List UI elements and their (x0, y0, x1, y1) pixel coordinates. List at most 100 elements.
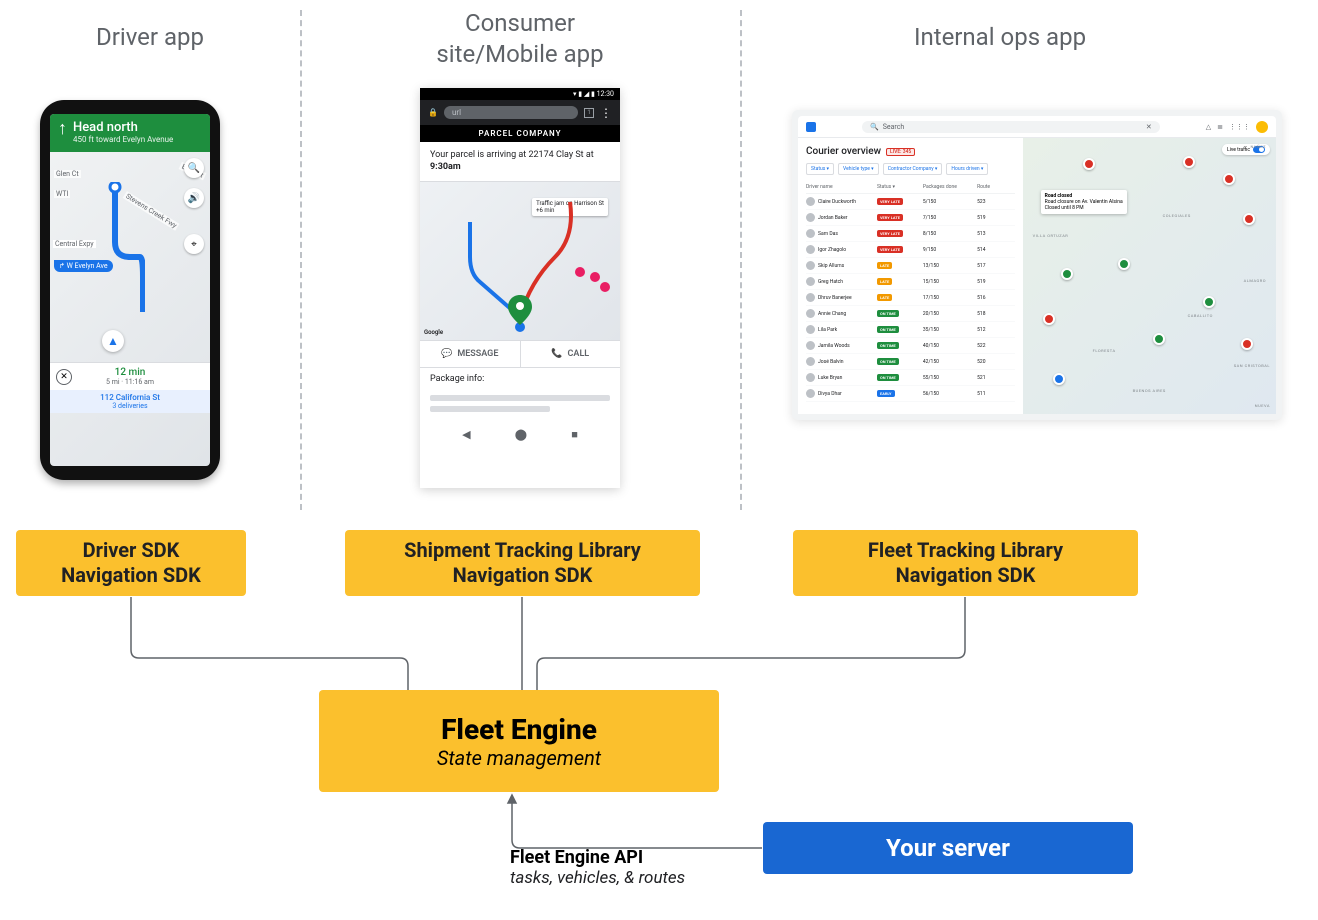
menu-icon[interactable]: ⋮ (600, 109, 612, 117)
avatar (806, 213, 815, 222)
table-header: Driver name Status ▾ Packages done Route (806, 181, 1015, 194)
map-area: FLORESTA (1093, 348, 1116, 353)
map-pin[interactable] (1053, 373, 1065, 385)
route-id: 511 (977, 391, 1015, 397)
engine-title: Fleet Engine (441, 713, 597, 746)
sound-icon[interactable]: 🔊 (184, 188, 204, 208)
avatar (806, 373, 815, 382)
bell-icon[interactable]: △ (1206, 123, 1211, 131)
map-pin[interactable] (1241, 338, 1253, 350)
filter-hours[interactable]: Hours driven ▾ (946, 163, 988, 175)
sdk-box-consumer: Shipment Tracking Library Navigation SDK (345, 530, 700, 596)
nav-toward: toward Evelyn Avenue (96, 135, 173, 144)
divider-2 (740, 10, 742, 510)
map-pin[interactable] (1223, 173, 1235, 185)
map-area: NUEVA (1255, 403, 1270, 408)
driver-phone-mock: ↑ Head north 450 ft toward Evelyn Avenue… (40, 100, 220, 480)
driver-name: Sam Das (818, 231, 838, 237)
status-badge: ON TIME (877, 326, 899, 333)
route-id: 519 (977, 279, 1015, 285)
close-icon[interactable]: ✕ (56, 369, 72, 385)
table-row[interactable]: Jordan BakerVERY LATE7/150519 (806, 210, 1015, 226)
tabs-icon[interactable]: 1 (584, 108, 594, 118)
sdk-driver-line1: Driver SDK (83, 538, 180, 563)
driver-name: Skip Allums (818, 263, 844, 269)
table-row[interactable]: Lila ParkON TIME35/150512 (806, 322, 1015, 338)
driver-name: Divya Dhar (818, 391, 842, 397)
ops-dashboard-mock: 🔍Search✕ △ ≣ ⋮⋮⋮ Courier overview LIVE: … (792, 110, 1282, 420)
packages-done: 8/150 (923, 231, 977, 237)
table-row[interactable]: José BalvinON TIME42/150520 (806, 354, 1015, 370)
route-id: 517 (977, 263, 1015, 269)
clear-icon[interactable]: ✕ (1146, 123, 1152, 131)
route-id: 518 (977, 311, 1015, 317)
map-area: NUÑEZ (1251, 144, 1266, 149)
packages-done: 7/150 (923, 215, 977, 221)
route-id: 513 (977, 231, 1015, 237)
map-pin[interactable] (1243, 213, 1255, 225)
sdk-box-ops: Fleet Tracking Library Navigation SDK (793, 530, 1138, 596)
home-icon[interactable]: ⬤ (515, 428, 527, 441)
map-area: BUENOS AIRES (1133, 388, 1166, 393)
driver-name: Jamila Woods (818, 343, 850, 349)
map-area: COLEGIALES (1163, 213, 1191, 218)
ops-topbar: 🔍Search✕ △ ≣ ⋮⋮⋮ (798, 116, 1276, 138)
sdk-consumer-line2: Navigation SDK (453, 563, 593, 588)
map-pin[interactable] (1083, 158, 1095, 170)
api-label: Fleet Engine API tasks, vehicles, & rout… (510, 847, 685, 888)
google-logo: Google (424, 329, 443, 336)
recents-icon[interactable]: ■ (571, 428, 578, 441)
fleet-engine-box: Fleet Engine State management (319, 690, 719, 792)
table-row[interactable]: Igor ZhagoloVERY LATE9/150514 (806, 242, 1015, 258)
column-title-driver: Driver app (60, 22, 240, 53)
packages-done: 20/150 (923, 311, 977, 317)
back-icon[interactable]: ◀ (462, 428, 470, 441)
packages-done: 40/150 (923, 343, 977, 349)
filter-status[interactable]: Status ▾ (806, 163, 834, 175)
table-row[interactable]: Sam DasVERY LATE8/150513 (806, 226, 1015, 242)
table-row[interactable]: Divya DharEARLY56/150511 (806, 386, 1015, 402)
route-id: 522 (977, 343, 1015, 349)
table-row[interactable]: Greg HatchLATE15/150519 (806, 274, 1015, 290)
search-input[interactable]: 🔍Search✕ (862, 121, 1160, 133)
status-badge: ON TIME (877, 358, 899, 365)
avatar[interactable] (1256, 121, 1268, 133)
map-pin[interactable] (1118, 258, 1130, 270)
ops-table-panel: Courier overview LIVE: 345 Status ▾ Vehi… (798, 138, 1023, 414)
package-info-label: Package info: (420, 368, 620, 390)
table-row[interactable]: Jamila WoodsON TIME40/150522 (806, 338, 1015, 354)
driver-name: Greg Hatch (818, 279, 843, 285)
map-area: VILLA ORTUZAR (1033, 233, 1069, 238)
search-icon[interactable]: 🔍 (184, 158, 204, 178)
url-field[interactable]: url (444, 106, 578, 119)
table-row[interactable]: Annie ChangON TIME20/150518 (806, 306, 1015, 322)
map-label-wti: WTI (54, 190, 70, 198)
message-button[interactable]: 💬MESSAGE (420, 341, 521, 367)
status-badge: VERY LATE (877, 246, 903, 253)
map-pin[interactable] (1183, 156, 1195, 168)
map-pin[interactable] (1061, 268, 1073, 280)
route-id: 521 (977, 375, 1015, 381)
map-pin[interactable] (1153, 333, 1165, 345)
filter-company[interactable]: Contractor Company ▾ (883, 163, 943, 175)
table-row[interactable]: Dhruv BanerjeeLATE17/150516 (806, 290, 1015, 306)
destination-bar: 112 California St 3 deliveries (50, 390, 210, 413)
table-row[interactable]: Luke BryanON TIME55/150521 (806, 370, 1015, 386)
table-row[interactable]: Skip AllumsLATE13/150517 (806, 258, 1015, 274)
driver-name: Luke Bryan (818, 375, 842, 381)
map-pin[interactable] (1043, 313, 1055, 325)
compass-icon[interactable]: ⌖ (184, 234, 204, 254)
list-icon[interactable]: ≣ (1217, 123, 1223, 131)
filter-vehicle[interactable]: Vehicle type ▾ (838, 163, 879, 175)
call-button[interactable]: 📞CALL (521, 341, 621, 367)
apps-icon[interactable]: ⋮⋮⋮ (1229, 123, 1250, 131)
driver-name: Annie Chang (818, 311, 846, 317)
packages-done: 56/150 (923, 391, 977, 397)
consumer-urlbar: 🔒 url 1 ⋮ (420, 100, 620, 125)
api-title: Fleet Engine API (510, 847, 685, 868)
map-pin[interactable] (1203, 296, 1215, 308)
table-row[interactable]: Claire DuckworthVERY LATE5/150523 (806, 194, 1015, 210)
pin-icon (508, 295, 532, 328)
packages-done: 9/150 (923, 247, 977, 253)
nav-distance: 450 ft (73, 135, 94, 144)
